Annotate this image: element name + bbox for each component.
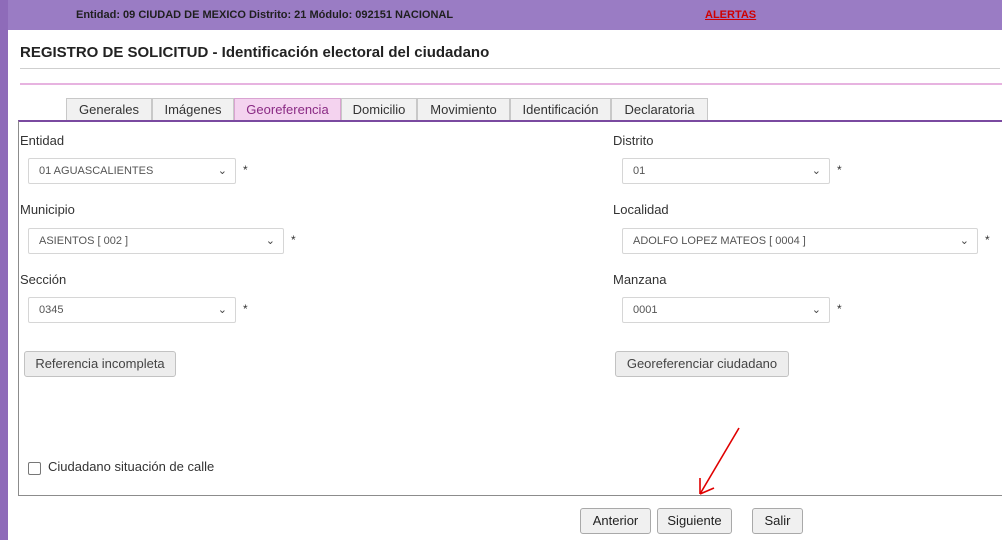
required-mark: *	[243, 302, 248, 316]
chevron-down-icon: ⌄	[811, 304, 821, 316]
section-divider	[20, 83, 1002, 85]
manzana-select[interactable]: 0001 ⌄	[622, 297, 830, 323]
tab-georeferencia[interactable]: Georeferencia	[234, 98, 341, 120]
manzana-label: Manzana	[613, 272, 667, 287]
salir-button[interactable]: Salir	[752, 508, 803, 534]
tab-movimiento[interactable]: Movimiento	[417, 98, 510, 120]
required-mark: *	[243, 163, 248, 177]
distrito-label: Distrito	[613, 133, 654, 148]
situacion-calle-label: Ciudadano situación de calle	[48, 459, 215, 474]
session-info: Entidad: 09 CIUDAD DE MEXICO Distrito: 2…	[76, 9, 454, 21]
chevron-down-icon: ⌄	[811, 165, 821, 177]
tab-imagenes[interactable]: Imágenes	[152, 98, 234, 120]
municipio-select[interactable]: ASIENTOS [ 002 ] ⌄	[28, 228, 284, 254]
chevron-down-icon: ⌄	[265, 235, 275, 247]
page-title: REGISTRO DE SOLICITUD - Identificación e…	[20, 44, 490, 61]
entidad-label: Entidad	[20, 133, 65, 148]
title-divider	[20, 68, 1000, 69]
chevron-down-icon: ⌄	[217, 165, 227, 177]
distrito-select[interactable]: 01 ⌄	[622, 158, 830, 184]
anterior-button[interactable]: Anterior	[580, 508, 651, 534]
tab-identificacion[interactable]: Identificación	[510, 98, 611, 120]
red-arrow-icon	[699, 427, 740, 495]
required-mark: *	[291, 233, 296, 247]
chevron-down-icon: ⌄	[217, 304, 227, 316]
situacion-calle-checkbox[interactable]	[28, 462, 41, 475]
localidad-select[interactable]: ADOLFO LOPEZ MATEOS [ 0004 ] ⌄	[622, 228, 978, 254]
chevron-down-icon: ⌄	[959, 235, 969, 247]
tab-generales[interactable]: Generales	[66, 98, 152, 120]
seccion-select[interactable]: 0345 ⌄	[28, 297, 236, 323]
left-rail	[0, 0, 8, 540]
tab-declaratoria[interactable]: Declaratoria	[611, 98, 708, 120]
localidad-label: Localidad	[613, 202, 669, 217]
required-mark: *	[837, 302, 842, 316]
municipio-label: Municipio	[20, 202, 75, 217]
referencia-incompleta-button[interactable]: Referencia incompleta	[24, 351, 176, 377]
tab-domicilio[interactable]: Domicilio	[341, 98, 417, 120]
georeferenciar-ciudadano-button[interactable]: Georeferenciar ciudadano	[615, 351, 789, 377]
entidad-select[interactable]: 01 AGUASCALIENTES ⌄	[28, 158, 236, 184]
siguiente-button[interactable]: Siguiente	[657, 508, 732, 534]
required-mark: *	[985, 233, 990, 247]
alerts-link[interactable]: ALERTAS	[705, 0, 756, 30]
required-mark: *	[837, 163, 842, 177]
seccion-label: Sección	[20, 272, 67, 287]
